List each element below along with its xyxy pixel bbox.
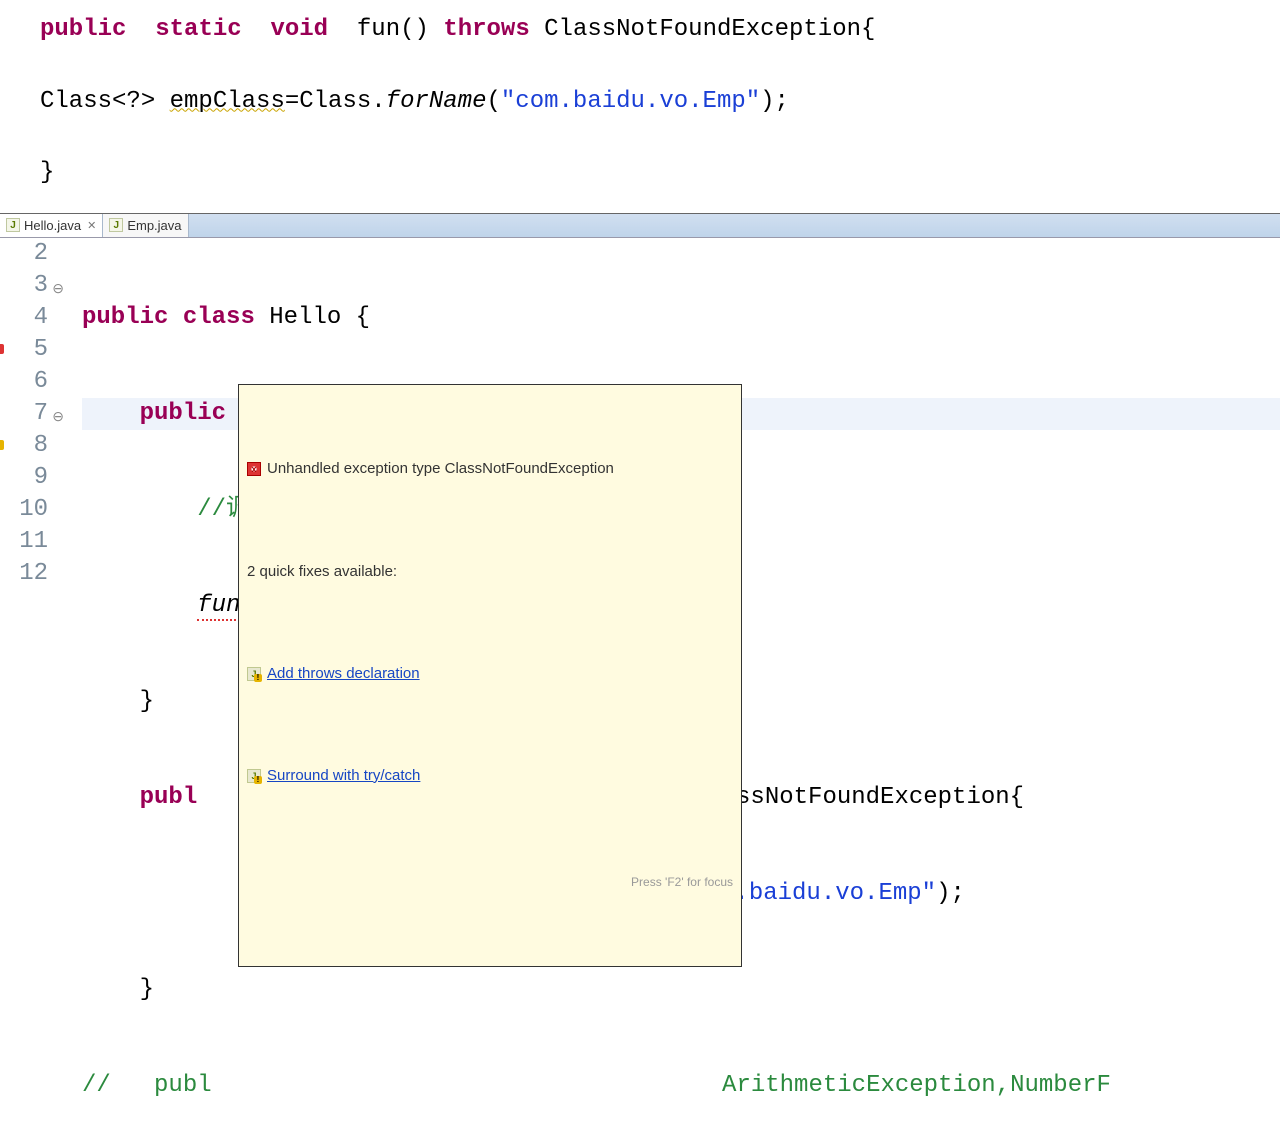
- keyword-fragment: publ: [82, 784, 197, 811]
- line-number: 10: [0, 494, 50, 526]
- line-number: 11: [0, 526, 50, 558]
- variable-warn: empClass: [170, 88, 285, 115]
- line-number: 7: [0, 398, 50, 430]
- exception-name: ClassNotFoundException{: [544, 16, 875, 43]
- line-number: 4: [0, 302, 50, 334]
- tooltip-hint: Press 'F2' for focus: [239, 864, 741, 902]
- line-gutter: 2 3 4 5 6 7 8 9 10 11 12: [0, 238, 56, 1136]
- quickfix-tooltip: x Unhandled exception type ClassNotFound…: [238, 384, 742, 967]
- paren: (: [487, 88, 501, 115]
- keyword-public: public: [40, 16, 126, 43]
- comment: publ: [125, 1072, 211, 1099]
- keyword-throws: throws: [443, 16, 529, 43]
- java-file-icon: J: [6, 218, 20, 232]
- error-icon: x: [247, 462, 261, 476]
- quickfix-surround-trycatch[interactable]: Surround with try/catch: [267, 760, 420, 792]
- call-error: fun: [197, 592, 240, 621]
- java-file-icon: J: [109, 218, 123, 232]
- line-number: 2: [0, 238, 50, 270]
- string-literal: "com.baidu.vo.Emp": [501, 88, 760, 115]
- tab-hello-java[interactable]: J Hello.java ✕: [0, 214, 103, 237]
- quickfix-icon: J: [247, 667, 261, 681]
- code-text: );: [760, 88, 789, 115]
- quickfix-add-throws[interactable]: Add throws declaration: [267, 658, 420, 690]
- tooltip-title: Unhandled exception type ClassNotFoundEx…: [267, 453, 614, 485]
- code-text: Class<?>: [40, 88, 170, 115]
- keyword-public: public: [82, 304, 168, 331]
- code-editor[interactable]: 2 3 4 5 6 7 8 9 10 11 12 public class He…: [0, 238, 1280, 1136]
- line-number: 12: [0, 558, 50, 590]
- code-text: =Class.: [285, 88, 386, 115]
- line-number: 9: [0, 462, 50, 494]
- comment: //: [82, 1072, 125, 1099]
- line-number: 3: [0, 270, 50, 302]
- comment: ArithmeticException,NumberF: [708, 1072, 1111, 1099]
- indent: [82, 496, 197, 523]
- tab-label: Hello.java: [24, 218, 81, 233]
- close-icon[interactable]: ✕: [87, 219, 96, 232]
- indent: [82, 400, 140, 427]
- method-name: fun(): [357, 16, 429, 43]
- indent: [82, 592, 197, 619]
- line-number-warn: 8: [0, 430, 50, 462]
- line-number: 6: [0, 366, 50, 398]
- code-area[interactable]: public class Hello { public static void …: [56, 238, 1280, 1136]
- class-name: Hello {: [255, 304, 370, 331]
- top-code-snippet: public static void fun() throws ClassNot…: [0, 0, 1280, 203]
- keyword-class: class: [183, 304, 255, 331]
- tab-label: Emp.java: [127, 218, 181, 233]
- quickfix-icon: J: [247, 769, 261, 783]
- line-number-error: 5: [0, 334, 50, 366]
- tab-emp-java[interactable]: J Emp.java: [103, 214, 188, 237]
- static-method: forName: [386, 88, 487, 115]
- brace: }: [82, 688, 154, 715]
- keyword-static: static: [155, 16, 241, 43]
- code-text: );: [936, 880, 965, 907]
- editor-tab-bar: J Hello.java ✕ J Emp.java: [0, 214, 1280, 238]
- keyword-void: void: [270, 16, 328, 43]
- tooltip-subtitle: 2 quick fixes available:: [247, 556, 397, 588]
- brace: }: [40, 153, 1270, 193]
- keyword-public: public: [140, 400, 226, 427]
- brace: }: [82, 976, 154, 1003]
- code-text: lassNotFoundException{: [707, 784, 1024, 811]
